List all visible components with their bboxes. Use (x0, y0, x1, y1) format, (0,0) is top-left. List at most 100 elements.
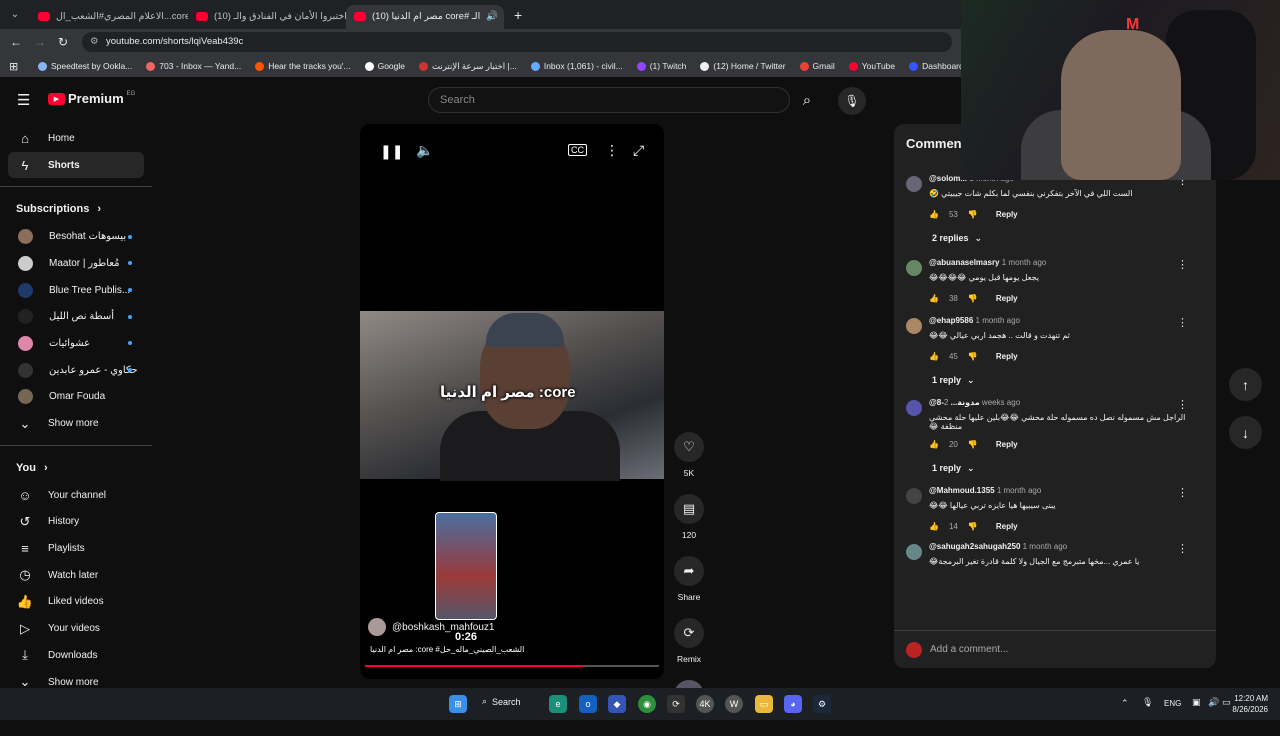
view-replies-button[interactable]: 2 replies ⌄ (894, 224, 1216, 252)
sidebar-item-history[interactable]: ↺ History (0, 509, 152, 536)
bookmark[interactable]: اختبار سرعة الإنترنت |... (419, 61, 517, 72)
browser-tab[interactable]: الاعلام المصري#الشعب_ال...core#× (30, 5, 188, 29)
thumbs-down-icon[interactable]: 👎 (968, 294, 978, 303)
mic-tray-icon[interactable]: 🎙 (1142, 697, 1153, 708)
sidebar-item-shorts[interactable]: ϟ Shorts (8, 151, 144, 179)
comments-list[interactable]: @solom... 1 month ago الست اللي في الآخر… (894, 174, 1216, 630)
comments-button[interactable]: ▤ 120 (672, 494, 706, 540)
sidebar-item-playlists[interactable]: ≡ Playlists (0, 535, 152, 562)
view-replies-button[interactable]: 1 reply ⌄ (894, 366, 1216, 394)
subscription-item[interactable]: Omar Fouda (0, 384, 152, 411)
search-button[interactable]: ⌕ (790, 87, 824, 113)
commenter-avatar[interactable] (906, 260, 922, 276)
subscription-item[interactable]: Maator | مُعاطور (0, 250, 152, 277)
bookmark[interactable]: Speedtest by Ookla... (38, 61, 132, 71)
volume-tray-icon[interactable]: 🔊 (1208, 697, 1219, 708)
video-progress-bar[interactable] (365, 665, 659, 667)
view-replies-button[interactable]: 1 reply ⌄ (894, 454, 1216, 482)
reply-button[interactable]: Reply (996, 522, 1018, 531)
bookmark[interactable]: Gmail (799, 61, 835, 71)
commenter-avatar[interactable] (906, 318, 922, 334)
site-info-icon[interactable]: ⚙ (90, 32, 99, 52)
thumbs-down-icon[interactable]: 👎 (968, 210, 978, 219)
thumbs-up-icon[interactable]: 👍 (929, 440, 939, 449)
app-icon[interactable]: W (725, 695, 743, 713)
remix-thumbnail[interactable] (435, 512, 497, 620)
thumbs-down-icon[interactable]: 👎 (968, 440, 978, 449)
commenter-avatar[interactable] (906, 176, 922, 192)
language-indicator[interactable]: ENG (1164, 699, 1181, 708)
previous-short-button[interactable]: ↑ (1229, 368, 1262, 401)
steam-icon[interactable]: ⚙ (813, 695, 831, 713)
you-heading[interactable]: You › (0, 454, 152, 482)
reply-button[interactable]: Reply (996, 352, 1018, 361)
reply-button[interactable]: Reply (996, 294, 1018, 303)
tray-chevron-icon[interactable]: ⌃ (1121, 698, 1129, 709)
thumbs-up-icon[interactable]: 👍 (929, 352, 939, 361)
show-more-subscriptions[interactable]: ⌄ Show more (0, 410, 152, 437)
menu-icon[interactable]: ☰ (17, 91, 30, 109)
comment-more-icon[interactable]: ⋮ (1177, 542, 1188, 555)
voice-search-button[interactable]: 🎙 (838, 87, 866, 115)
next-short-button[interactable]: ↓ (1229, 416, 1262, 449)
subscription-item[interactable]: عشوائيات (0, 330, 152, 357)
sidebar-item-watch-later[interactable]: ◷ Watch later (0, 562, 152, 589)
speaker-icon[interactable]: 🔊 (486, 11, 498, 22)
subscription-item[interactable]: Besohat بيسوهات (0, 223, 152, 250)
like-button[interactable]: ♡ 5K (672, 432, 706, 478)
discord-icon[interactable]: ◕ (784, 695, 802, 713)
comment-more-icon[interactable]: ⋮ (1177, 316, 1188, 329)
thumbs-up-icon[interactable]: 👍 (929, 294, 939, 303)
bookmark[interactable]: (12) Home / Twitter (700, 61, 786, 71)
subscription-item[interactable]: أسطة نص الليل (0, 303, 152, 330)
reply-button[interactable]: Reply (996, 210, 1018, 219)
youtube-logo[interactable]: ▶ Premium EG (48, 91, 135, 106)
fullscreen-icon[interactable]: ⤢ (633, 142, 644, 159)
file-explorer-icon[interactable]: ▭ (755, 695, 773, 713)
clock[interactable]: 12:20 AM 8/26/2026 (1228, 693, 1268, 715)
sidebar-item-liked-videos[interactable]: 👍 Liked videos (0, 589, 152, 616)
sidebar-item-your-videos[interactable]: ▷ Your videos (0, 615, 152, 642)
apps-icon[interactable]: ⊞ (9, 60, 18, 73)
bookmark[interactable]: Inbox (1,061) - civil... (530, 61, 623, 71)
shorts-player[interactable]: ❚❚ 🔈 CC ⋮ ⤢ مصر ام الدنيا :core 0:26 @bo… (360, 124, 664, 679)
comment-more-icon[interactable]: ⋮ (1177, 398, 1188, 411)
back-icon[interactable]: ← (10, 35, 22, 49)
commenter-avatar[interactable] (906, 488, 922, 504)
thumbs-up-icon[interactable]: 👍 (929, 522, 939, 531)
thumbs-down-icon[interactable]: 👎 (968, 522, 978, 531)
bookmark[interactable]: YouTube (848, 61, 895, 71)
bookmark[interactable]: Hear the tracks you'... (255, 61, 351, 71)
reply-button[interactable]: Reply (996, 440, 1018, 449)
add-comment-field[interactable]: Add a comment... (894, 630, 1216, 668)
video-frame[interactable]: مصر ام الدنيا :core (360, 311, 664, 481)
taskbar-search[interactable]: ⌕ Search (482, 696, 521, 707)
tab-search-button[interactable]: ⌄ (0, 9, 30, 20)
windows-start-icon[interactable]: ⊞ (449, 695, 467, 713)
chrome-icon[interactable]: ◉ (638, 695, 656, 713)
sidebar-item-home[interactable]: ⌂ Home (0, 125, 152, 152)
thumbs-up-icon[interactable]: 👍 (929, 210, 939, 219)
app-icon[interactable]: ◆ (608, 695, 626, 713)
subscription-item[interactable]: Blue Tree Publis... (0, 277, 152, 304)
remix-button[interactable]: ⟳ Remix (672, 618, 706, 664)
browser-tab[interactable]: (10) اختبروا الأمان في الفنادق والـ...× (188, 5, 346, 29)
sidebar-item-your-channel[interactable]: ☺ Your channel (0, 482, 152, 509)
app-icon[interactable]: 4K (696, 695, 714, 713)
browser-tab-active[interactable]: (10) مصر ام الدنيا core# الـ🔊× (346, 4, 504, 29)
reload-icon[interactable]: ↻ (58, 35, 68, 49)
channel-info[interactable]: @boshkash_mahfouz1 (368, 618, 494, 636)
sidebar-item-downloads[interactable]: ⤓ Downloads (0, 642, 152, 669)
volume-icon[interactable]: 🔈 (416, 142, 433, 159)
share-button[interactable]: ➦ Share (672, 556, 706, 602)
outlook-icon[interactable]: o (579, 695, 597, 713)
forward-icon[interactable]: → (34, 35, 46, 49)
network-icon[interactable]: ▣ (1192, 697, 1201, 708)
bookmark[interactable]: Google (364, 61, 405, 71)
more-options-icon[interactable]: ⋮ (605, 142, 619, 159)
captions-icon[interactable]: CC (568, 144, 587, 156)
url-field[interactable]: ⚙ youtube.com/shorts/lqiVeab439c (82, 32, 952, 52)
subscription-item[interactable]: حكاوي - عمرو عابدين (0, 357, 152, 384)
commenter-avatar[interactable] (906, 544, 922, 560)
bookmark[interactable]: 703 - Inbox — Yand... (146, 61, 241, 71)
